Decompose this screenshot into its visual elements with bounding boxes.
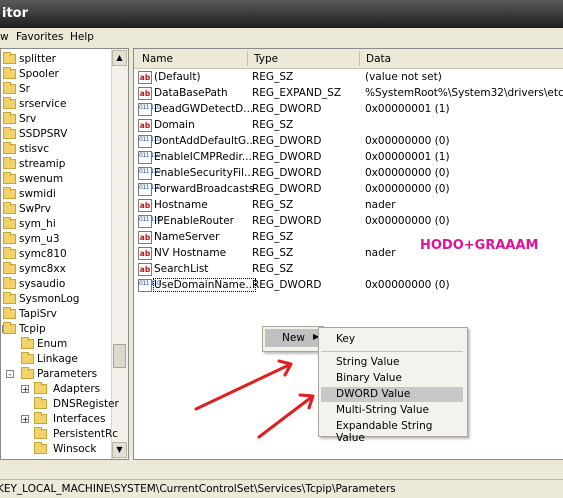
- status-bar: KEY_LOCAL_MACHINE\SYSTEM\CurrentControlS…: [0, 479, 563, 498]
- arrow-to-new-icon: [194, 359, 293, 411]
- arrow-to-dword-icon: [257, 393, 315, 439]
- status-path: KEY_LOCAL_MACHINE\SYSTEM\CurrentControlS…: [0, 483, 396, 495]
- annotation-arrows: [194, 359, 315, 439]
